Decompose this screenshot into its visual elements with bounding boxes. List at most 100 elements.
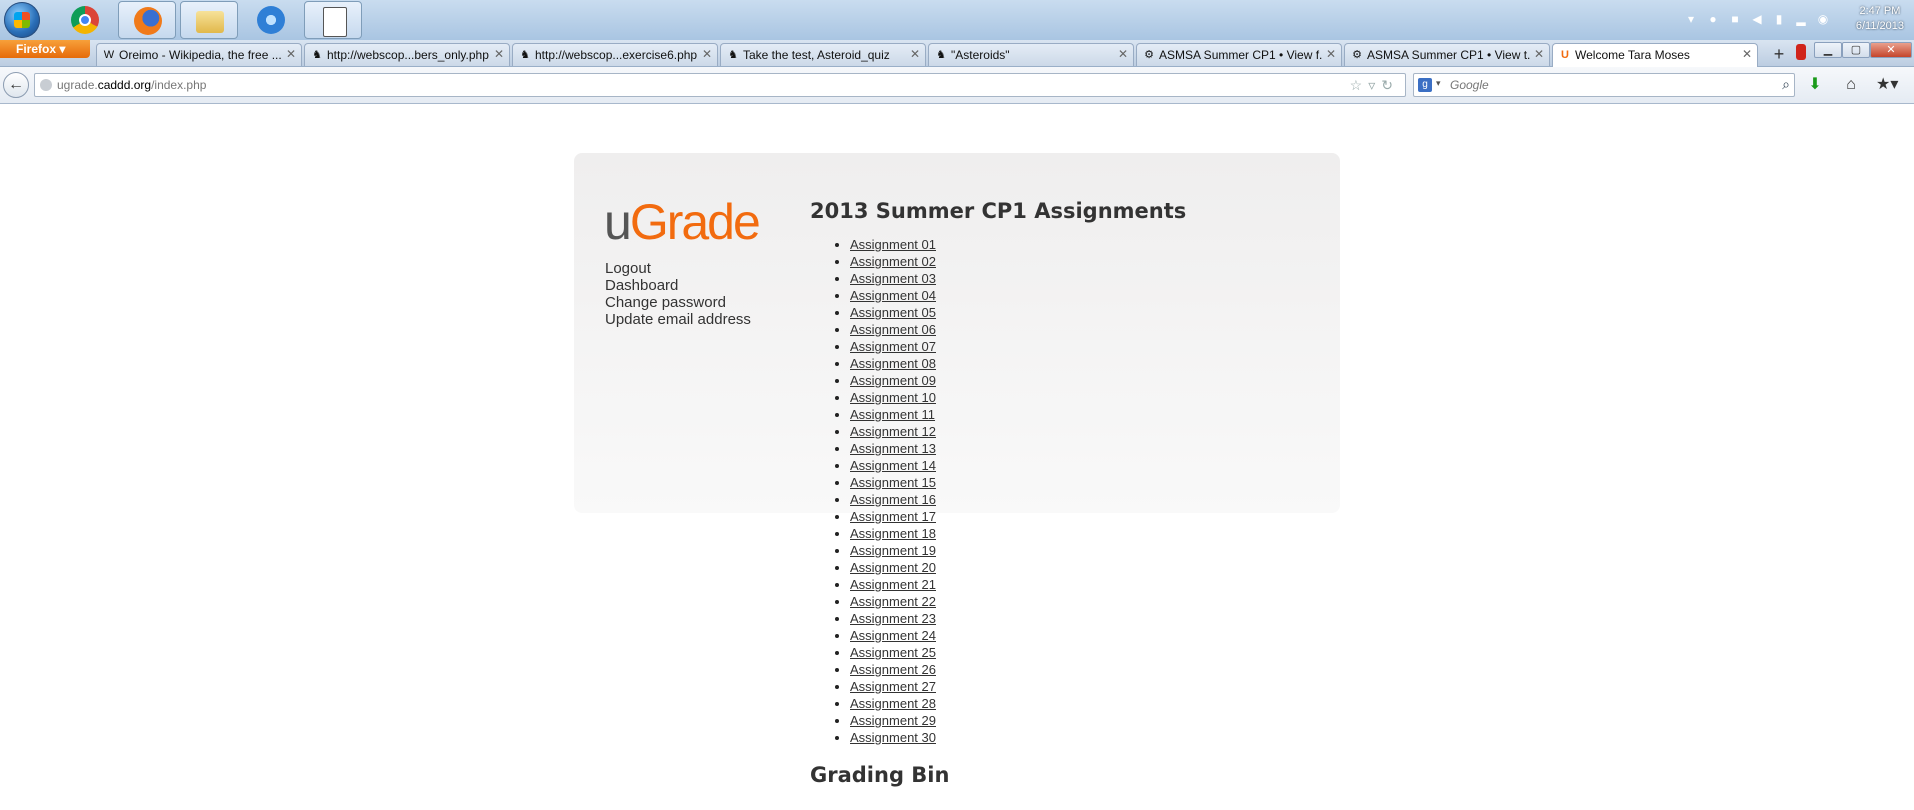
- minimize-button[interactable]: ▁: [1814, 42, 1842, 58]
- list-item: Assignment 13: [850, 440, 936, 457]
- close-icon[interactable]: ✕: [1534, 47, 1544, 61]
- battery-icon[interactable]: ▮: [1772, 12, 1786, 26]
- search-icon[interactable]: ⌕: [1782, 76, 1790, 93]
- assignment-link[interactable]: Assignment 27: [850, 679, 936, 694]
- assignment-link[interactable]: Assignment 11: [850, 407, 935, 422]
- site-icon: ♞: [312, 49, 322, 61]
- assignment-link[interactable]: Assignment 02: [850, 254, 936, 269]
- star-icon[interactable]: ☆: [1350, 77, 1369, 93]
- close-window-button[interactable]: ✕: [1870, 42, 1912, 58]
- ugrade-logo: uGrade: [604, 192, 761, 252]
- update-email-link[interactable]: Update email address: [605, 311, 751, 328]
- close-icon[interactable]: ✕: [1118, 47, 1128, 61]
- reload-icon[interactable]: ↻: [1381, 77, 1399, 93]
- assignment-link[interactable]: Assignment 21: [850, 577, 936, 592]
- addon-icon[interactable]: [1796, 44, 1806, 60]
- assignment-link[interactable]: Assignment 30: [850, 730, 936, 745]
- list-item: Assignment 19: [850, 542, 936, 559]
- assignment-link[interactable]: Assignment 05: [850, 305, 936, 320]
- taskbar-document[interactable]: [304, 1, 362, 39]
- url-bar[interactable]: ugrade.caddd.org/index.php ☆▿↻: [34, 73, 1406, 97]
- tab-5[interactable]: ⚙ ASMSA Summer CP1 • View f... ✕: [1136, 43, 1342, 66]
- list-item: Assignment 23: [850, 610, 936, 627]
- close-icon[interactable]: ✕: [1326, 47, 1336, 61]
- maximize-button[interactable]: ▢: [1842, 42, 1870, 58]
- dropdown-icon[interactable]: ▿: [1368, 77, 1381, 93]
- assignment-link[interactable]: Assignment 18: [850, 526, 936, 541]
- assignment-link[interactable]: Assignment 09: [850, 373, 936, 388]
- bookmarks-icon[interactable]: ★▾: [1876, 74, 1898, 96]
- close-icon[interactable]: ✕: [286, 47, 296, 61]
- firefox-menu-button[interactable]: Firefox ▾: [0, 40, 90, 58]
- new-tab-button[interactable]: +: [1768, 44, 1790, 64]
- taskbar-itunes[interactable]: [242, 1, 300, 39]
- assignment-list: Assignment 01 Assignment 02 Assignment 03 A…: [810, 236, 936, 746]
- dashboard-link[interactable]: Dashboard: [605, 277, 751, 294]
- tab-6[interactable]: ⚙ ASMSA Summer CP1 • View t... ✕: [1344, 43, 1550, 66]
- assignment-link[interactable]: Assignment 07: [850, 339, 936, 354]
- assignment-link[interactable]: Assignment 26: [850, 662, 936, 677]
- list-item: Assignment 11: [850, 406, 936, 423]
- network-icon[interactable]: ◉: [1816, 12, 1830, 26]
- assignment-link[interactable]: Assignment 03: [850, 271, 936, 286]
- download-icon[interactable]: ⬇: [1804, 74, 1826, 96]
- assignment-link[interactable]: Assignment 29: [850, 713, 936, 728]
- list-item: Assignment 28: [850, 695, 936, 712]
- google-icon[interactable]: g: [1418, 78, 1432, 92]
- url-prefix: ugrade.: [57, 78, 98, 92]
- close-icon[interactable]: ✕: [910, 47, 920, 61]
- tab-7-active[interactable]: U Welcome Tara Moses ✕: [1552, 43, 1758, 67]
- clock[interactable]: 2:47 PM 6/11/2013: [1856, 4, 1904, 34]
- taskbar-explorer[interactable]: [180, 1, 238, 39]
- taskbar-chrome[interactable]: [56, 1, 114, 39]
- assignment-link[interactable]: Assignment 22: [850, 594, 936, 609]
- assignment-link[interactable]: Assignment 20: [850, 560, 936, 575]
- start-button[interactable]: [4, 2, 40, 38]
- assignment-link[interactable]: Assignment 25: [850, 645, 936, 660]
- assignment-link[interactable]: Assignment 12: [850, 424, 936, 439]
- close-icon[interactable]: ✕: [702, 47, 712, 61]
- tab-3[interactable]: ♞ Take the test, Asteroid_quiz ✕: [720, 43, 926, 66]
- assignment-link[interactable]: Assignment 23: [850, 611, 936, 626]
- tab-0[interactable]: W Oreimo - Wikipedia, the free ... ✕: [96, 43, 302, 66]
- assignment-link[interactable]: Assignment 17: [850, 509, 936, 524]
- assignment-link[interactable]: Assignment 24: [850, 628, 936, 643]
- windows-logo-icon: [14, 12, 30, 28]
- logout-link[interactable]: Logout: [605, 260, 751, 277]
- device-icon[interactable]: ■: [1728, 12, 1742, 26]
- change-password-link[interactable]: Change password: [605, 294, 751, 311]
- assignment-link[interactable]: Assignment 04: [850, 288, 936, 303]
- tab-2[interactable]: ♞ http://webscop...exercise6.php ✕: [512, 43, 718, 66]
- globe-icon: [40, 79, 52, 91]
- assignment-link[interactable]: Assignment 16: [850, 492, 936, 507]
- assignment-link[interactable]: Assignment 01: [850, 237, 936, 252]
- chrome-icon: [71, 6, 99, 34]
- chevron-up-icon[interactable]: ▾: [1684, 12, 1698, 26]
- chat-icon[interactable]: ●: [1706, 12, 1720, 26]
- close-icon[interactable]: ✕: [494, 47, 504, 61]
- engine-dropdown-icon[interactable]: ▾: [1436, 78, 1441, 89]
- close-icon[interactable]: ✕: [1742, 47, 1752, 61]
- assignment-link[interactable]: Assignment 06: [850, 322, 936, 337]
- assignment-link[interactable]: Assignment 19: [850, 543, 936, 558]
- taskbar-firefox[interactable]: [118, 1, 176, 39]
- tab-1[interactable]: ♞ http://webscop...bers_only.php ✕: [304, 43, 510, 66]
- assignment-link[interactable]: Assignment 13: [850, 441, 936, 456]
- tab-title: Oreimo - Wikipedia, the free ...: [119, 48, 282, 62]
- assignment-link[interactable]: Assignment 14: [850, 458, 936, 473]
- assignment-link[interactable]: Assignment 15: [850, 475, 936, 490]
- list-item: Assignment 18: [850, 525, 936, 542]
- assignment-link[interactable]: Assignment 28: [850, 696, 936, 711]
- list-item: Assignment 22: [850, 593, 936, 610]
- navigation-bar: ← ugrade.caddd.org/index.php ☆▿↻ g ▾ Goo…: [0, 67, 1914, 104]
- tab-4[interactable]: ♞ "Asteroids" ✕: [928, 43, 1134, 66]
- search-bar[interactable]: g ▾ Google ⌕: [1413, 73, 1795, 97]
- list-item: Assignment 27: [850, 678, 936, 695]
- back-button[interactable]: ←: [3, 72, 29, 98]
- volume-icon[interactable]: ◀: [1750, 12, 1764, 26]
- url-text[interactable]: ugrade.caddd.org/index.php: [57, 78, 206, 92]
- assignment-link[interactable]: Assignment 10: [850, 390, 936, 405]
- home-icon[interactable]: ⌂: [1840, 74, 1862, 96]
- assignment-link[interactable]: Assignment 08: [850, 356, 936, 371]
- signal-icon[interactable]: ▂: [1794, 12, 1808, 26]
